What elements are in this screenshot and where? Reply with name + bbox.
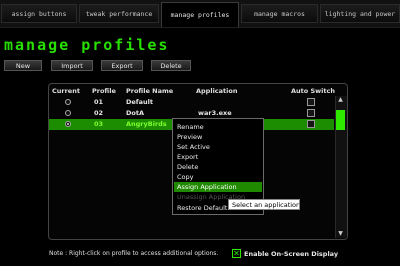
profile-name: DotA bbox=[126, 109, 144, 117]
delete-button[interactable]: Delete bbox=[151, 60, 191, 71]
osd-label[interactable]: Enable On-Screen Display bbox=[244, 250, 338, 258]
tab-manage-profiles[interactable]: manage profiles bbox=[161, 2, 239, 27]
current-profile-radio[interactable] bbox=[65, 121, 71, 127]
profile-number: 02 bbox=[94, 109, 104, 117]
tab-lighting-and-power[interactable]: lighting and power bbox=[320, 4, 400, 23]
new-button[interactable]: New bbox=[4, 60, 42, 71]
tooltip: Select an application bbox=[228, 199, 300, 210]
table-row[interactable]: 01 Default bbox=[49, 97, 334, 108]
menu-item-set-active[interactable]: Set Active bbox=[174, 142, 262, 152]
scroll-down-icon[interactable]: ▼ bbox=[335, 230, 346, 238]
page-title: manage profiles bbox=[4, 36, 170, 54]
column-header-profile[interactable]: Profile bbox=[92, 87, 116, 95]
profile-name: AngryBirds bbox=[126, 120, 167, 128]
profile-application: war3.exe bbox=[198, 109, 232, 117]
tab-bar: assign buttons tweak performance manage … bbox=[0, 0, 400, 28]
column-header-auto-switch[interactable]: Auto Switch bbox=[291, 87, 335, 95]
footer-note: Note : Right-click on profile to access … bbox=[49, 250, 219, 257]
auto-switch-checkbox[interactable] bbox=[307, 120, 315, 128]
scrollbar-thumb[interactable] bbox=[336, 110, 345, 130]
column-header-profile-name[interactable]: Profile Name bbox=[126, 87, 173, 95]
column-header-current[interactable]: Current bbox=[52, 87, 80, 95]
tab-manage-macros[interactable]: manage macros bbox=[241, 4, 318, 23]
current-profile-radio[interactable] bbox=[65, 110, 71, 116]
tab-assign-buttons[interactable]: assign buttons bbox=[1, 4, 77, 23]
menu-item-rename[interactable]: Rename bbox=[174, 122, 262, 132]
profile-number: 01 bbox=[94, 98, 104, 106]
column-header-application[interactable]: Application bbox=[196, 87, 237, 95]
menu-item-assign-application[interactable]: Assign Application bbox=[174, 182, 262, 192]
profile-name: Default bbox=[126, 98, 153, 106]
osd-checkbox[interactable]: ✕ bbox=[232, 249, 241, 258]
profile-number: 03 bbox=[94, 120, 104, 128]
menu-item-export[interactable]: Export bbox=[174, 152, 262, 162]
export-button[interactable]: Export bbox=[101, 60, 143, 71]
tab-tweak-performance[interactable]: tweak performance bbox=[79, 4, 159, 23]
auto-switch-checkbox[interactable] bbox=[307, 98, 315, 106]
menu-item-preview[interactable]: Preview bbox=[174, 132, 262, 142]
current-profile-radio[interactable] bbox=[65, 99, 71, 105]
scroll-up-icon[interactable]: ▲ bbox=[335, 96, 346, 104]
auto-switch-checkbox[interactable] bbox=[307, 109, 315, 117]
import-button[interactable]: Import bbox=[51, 60, 93, 71]
menu-item-delete[interactable]: Delete bbox=[174, 162, 262, 172]
menu-item-copy[interactable]: Copy bbox=[174, 172, 262, 182]
